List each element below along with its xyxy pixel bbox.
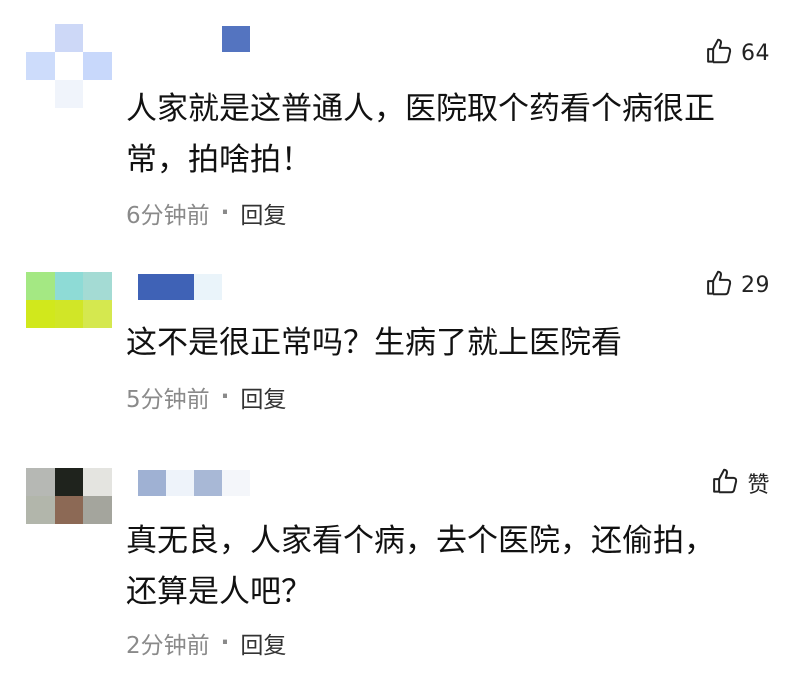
timestamp: 2分钟前 xyxy=(126,633,210,659)
username-pixel xyxy=(222,470,250,496)
avatar-pixel xyxy=(54,468,84,496)
username-pixel xyxy=(222,26,250,52)
avatar-pixel xyxy=(26,328,55,356)
avatar-pixel xyxy=(54,328,84,356)
avatar-pixel xyxy=(83,80,112,108)
like-count: 64 xyxy=(741,40,770,66)
like-button[interactable]: 29 xyxy=(705,268,770,302)
separator-dot: · xyxy=(220,200,230,226)
avatar-pixel xyxy=(54,496,84,524)
username-pixel xyxy=(194,274,222,300)
comment-meta: 5分钟前 · 回复 xyxy=(126,380,286,414)
avatar-pixel xyxy=(83,496,112,524)
avatar-pixel xyxy=(54,24,84,52)
username-pixel xyxy=(166,274,194,300)
username[interactable] xyxy=(138,274,256,300)
like-button[interactable]: 赞 xyxy=(711,466,770,500)
avatar[interactable] xyxy=(26,272,112,356)
like-count: 赞 xyxy=(747,473,770,498)
avatar-pixel xyxy=(26,496,55,524)
avatar-pixel xyxy=(54,52,84,80)
avatar-pixel xyxy=(83,524,112,552)
timestamp: 5分钟前 xyxy=(126,387,210,413)
avatar-pixel xyxy=(83,328,112,356)
avatar-pixel xyxy=(26,80,55,108)
avatar-pixel xyxy=(26,24,55,52)
reply-button[interactable]: 回复 xyxy=(240,380,286,414)
separator-dot: · xyxy=(220,384,230,410)
avatar-pixel xyxy=(83,52,112,80)
avatar-pixel xyxy=(83,300,112,328)
avatar-pixel xyxy=(26,300,55,328)
comment-text: 这不是很正常吗？生病了就上医院看 xyxy=(126,325,622,361)
thumbs-up-icon xyxy=(705,268,735,302)
avatar-pixel xyxy=(83,468,112,496)
comment-text: 人家就是这普通人，医院取个药看个病很正 常，拍啥拍！ xyxy=(126,91,715,178)
avatar-pixel xyxy=(26,52,55,80)
username[interactable] xyxy=(222,26,252,52)
username-pixel xyxy=(138,470,166,496)
thumbs-up-icon xyxy=(711,466,741,500)
like-count: 29 xyxy=(741,272,770,298)
avatar-pixel xyxy=(54,272,84,300)
reply-button[interactable]: 回复 xyxy=(240,196,286,230)
username-pixel xyxy=(194,470,222,496)
reply-button[interactable]: 回复 xyxy=(240,626,286,660)
like-button[interactable]: 64 xyxy=(705,36,770,70)
comment-meta: 2分钟前 · 回复 xyxy=(126,626,286,660)
avatar-pixel xyxy=(54,300,84,328)
username[interactable] xyxy=(138,470,278,496)
username-pixel xyxy=(166,470,194,496)
timestamp: 6分钟前 xyxy=(126,203,210,229)
avatar-pixel xyxy=(54,524,84,552)
comment-text: 真无良，人家看个病，去个医院，还偷拍， 还算是人吧？ xyxy=(126,523,715,610)
avatar-pixel xyxy=(83,272,112,300)
avatar-pixel xyxy=(26,468,55,496)
thumbs-up-icon xyxy=(705,36,735,70)
avatar[interactable] xyxy=(26,24,112,108)
username-pixel xyxy=(138,274,166,300)
avatar-pixel xyxy=(54,80,84,108)
avatar-pixel xyxy=(26,272,55,300)
avatar-pixel xyxy=(26,524,55,552)
avatar-pixel xyxy=(83,24,112,52)
comment-meta: 6分钟前 · 回复 xyxy=(126,196,286,230)
avatar[interactable] xyxy=(26,468,112,552)
separator-dot: · xyxy=(220,630,230,656)
